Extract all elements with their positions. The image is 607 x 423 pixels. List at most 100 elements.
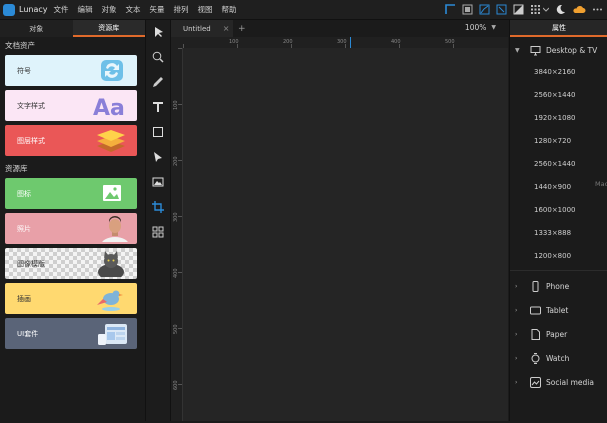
preset-item[interactable]: 1920×1080 [510,106,607,129]
chevron-down-icon: ▼ [491,24,496,31]
card-ui-kits[interactable]: UI套件 [5,318,137,349]
right-panel: 属性 ▼ Desktop & TV 3840×2160 2560×1440 19… [509,20,607,421]
menu-edit[interactable]: 编辑 [78,4,93,15]
resize-icon[interactable] [496,4,507,15]
ruler-label: 300 [337,39,347,45]
preset-item[interactable]: 1600×1000 [510,198,607,221]
group-label: Tablet [546,305,569,315]
grid-icon[interactable] [530,4,541,15]
group-watch[interactable]: › Watch [510,346,607,370]
more-icon[interactable] [592,4,603,15]
pen-tool-icon[interactable] [151,75,165,89]
card-image-templates[interactable]: 图像模版 [5,248,137,279]
group-tablet[interactable]: › Tablet [510,298,607,322]
app-logo-icon [3,3,15,16]
canvas[interactable] [183,48,508,421]
chevron-right-icon: › [515,306,518,314]
group-label: Watch [546,353,570,363]
align-top-left-icon[interactable] [445,4,456,15]
document-tab-title: Untitled [183,24,211,33]
group-phone[interactable]: › Phone [510,274,607,298]
tab-properties[interactable]: 属性 [510,20,607,37]
zoom-tool-icon[interactable] [151,50,165,64]
text-tool-icon[interactable] [151,100,165,114]
preset-item[interactable]: 2560×1440 [510,152,607,175]
preset-item[interactable]: 1333×888 [510,221,607,244]
app-name: Lunacy [19,5,48,14]
preset-hint: Mac [595,180,607,188]
image-icon [103,185,121,201]
crop-tool-icon[interactable] [151,200,165,214]
fill-tool-icon[interactable] [151,150,165,164]
paper-icon [530,328,541,340]
vertical-ruler-ticks: 100 200 300 400 500 600 [173,48,182,390]
close-icon[interactable]: × [223,24,230,33]
chevron-down-icon[interactable] [543,4,549,15]
chart-icon[interactable] [479,4,490,15]
bird-illustration-icon [97,290,123,311]
preset-item[interactable]: 1200×800 [510,244,607,267]
rectangle-tool-icon[interactable] [151,125,165,139]
group-desktop-tv[interactable]: ▼ Desktop & TV [510,40,607,60]
preset-item[interactable]: 2560×1440 [510,83,607,106]
ruler-label: 600 [173,380,179,390]
components-tool-icon[interactable] [151,225,165,239]
card-label: 照片 [17,224,31,233]
menu-view[interactable]: 视图 [198,4,213,15]
tool-bar [146,20,171,421]
cat-image-icon [98,251,124,277]
preset-item[interactable]: 3840×2160 [510,60,607,83]
layer-styles-icon [97,130,125,152]
menu-object[interactable]: 对象 [102,4,117,15]
chevron-down-icon: ▼ [515,46,520,54]
ruler-label: 400 [391,39,401,45]
card-text-styles[interactable]: 文字样式 Aa [5,90,137,121]
preset-item[interactable]: 1280×720 [510,129,607,152]
add-tab-icon[interactable]: + [238,24,246,34]
zoom-control[interactable]: 100% ▼ [465,23,496,32]
card-label: 图层样式 [17,136,45,145]
menu-file[interactable]: 文件 [54,4,69,15]
card-illustrations[interactable]: 插画 [5,283,137,314]
card-symbols[interactable]: 符号 [5,55,137,86]
moon-icon[interactable] [555,4,566,15]
ruler-corner [171,37,183,48]
preset-item[interactable]: 1440×900 [510,175,607,198]
select-tool-icon[interactable] [151,25,165,39]
group-paper[interactable]: › Paper [510,322,607,346]
card-layer-styles[interactable]: 图层样式 [5,125,137,156]
left-panel: 对象 资源库 文档资产 符号 文字样式 Aa 图层样式 资源库 图标 照片 图像… [0,20,146,421]
menu-vector[interactable]: 矢量 [150,4,165,15]
phone-icon [530,280,541,292]
chevron-right-icon: › [515,354,518,362]
group-label: Paper [546,329,568,339]
menu-help[interactable]: 帮助 [222,4,237,15]
contrast-icon[interactable] [513,4,524,15]
card-photos[interactable]: 照片 [5,213,137,244]
cloud-icon[interactable] [572,4,586,15]
group-social-media[interactable]: › Social media [510,370,607,394]
group-label: Phone [546,281,570,291]
ui-kit-icon [98,324,127,345]
menu-arrange[interactable]: 排列 [174,4,189,15]
chevron-right-icon: › [515,378,518,386]
tab-objects[interactable]: 对象 [0,20,73,37]
vertical-ruler[interactable]: 100 200 300 400 500 600 [171,48,183,421]
tab-library[interactable]: 资源库 [72,20,145,37]
frame-icon[interactable] [462,4,473,15]
document-tab[interactable]: Untitled × [171,20,233,37]
ruler-label: 200 [173,156,179,166]
left-tabs: 对象 资源库 [0,20,145,37]
ruler-label: 200 [283,39,293,45]
menu-text[interactable]: 文本 [126,4,141,15]
card-label: UI套件 [17,329,39,338]
symbols-icon [101,60,123,81]
ruler-label: 100 [229,39,239,45]
card-icons[interactable]: 图标 [5,178,137,209]
card-label: 符号 [17,66,31,75]
ruler-label: 500 [445,39,455,45]
document-tab-bar: Untitled × + 100% ▼ [171,20,508,37]
image-tool-icon[interactable] [151,175,165,189]
section-libraries: 资源库 [5,164,28,173]
watch-icon [530,352,541,364]
